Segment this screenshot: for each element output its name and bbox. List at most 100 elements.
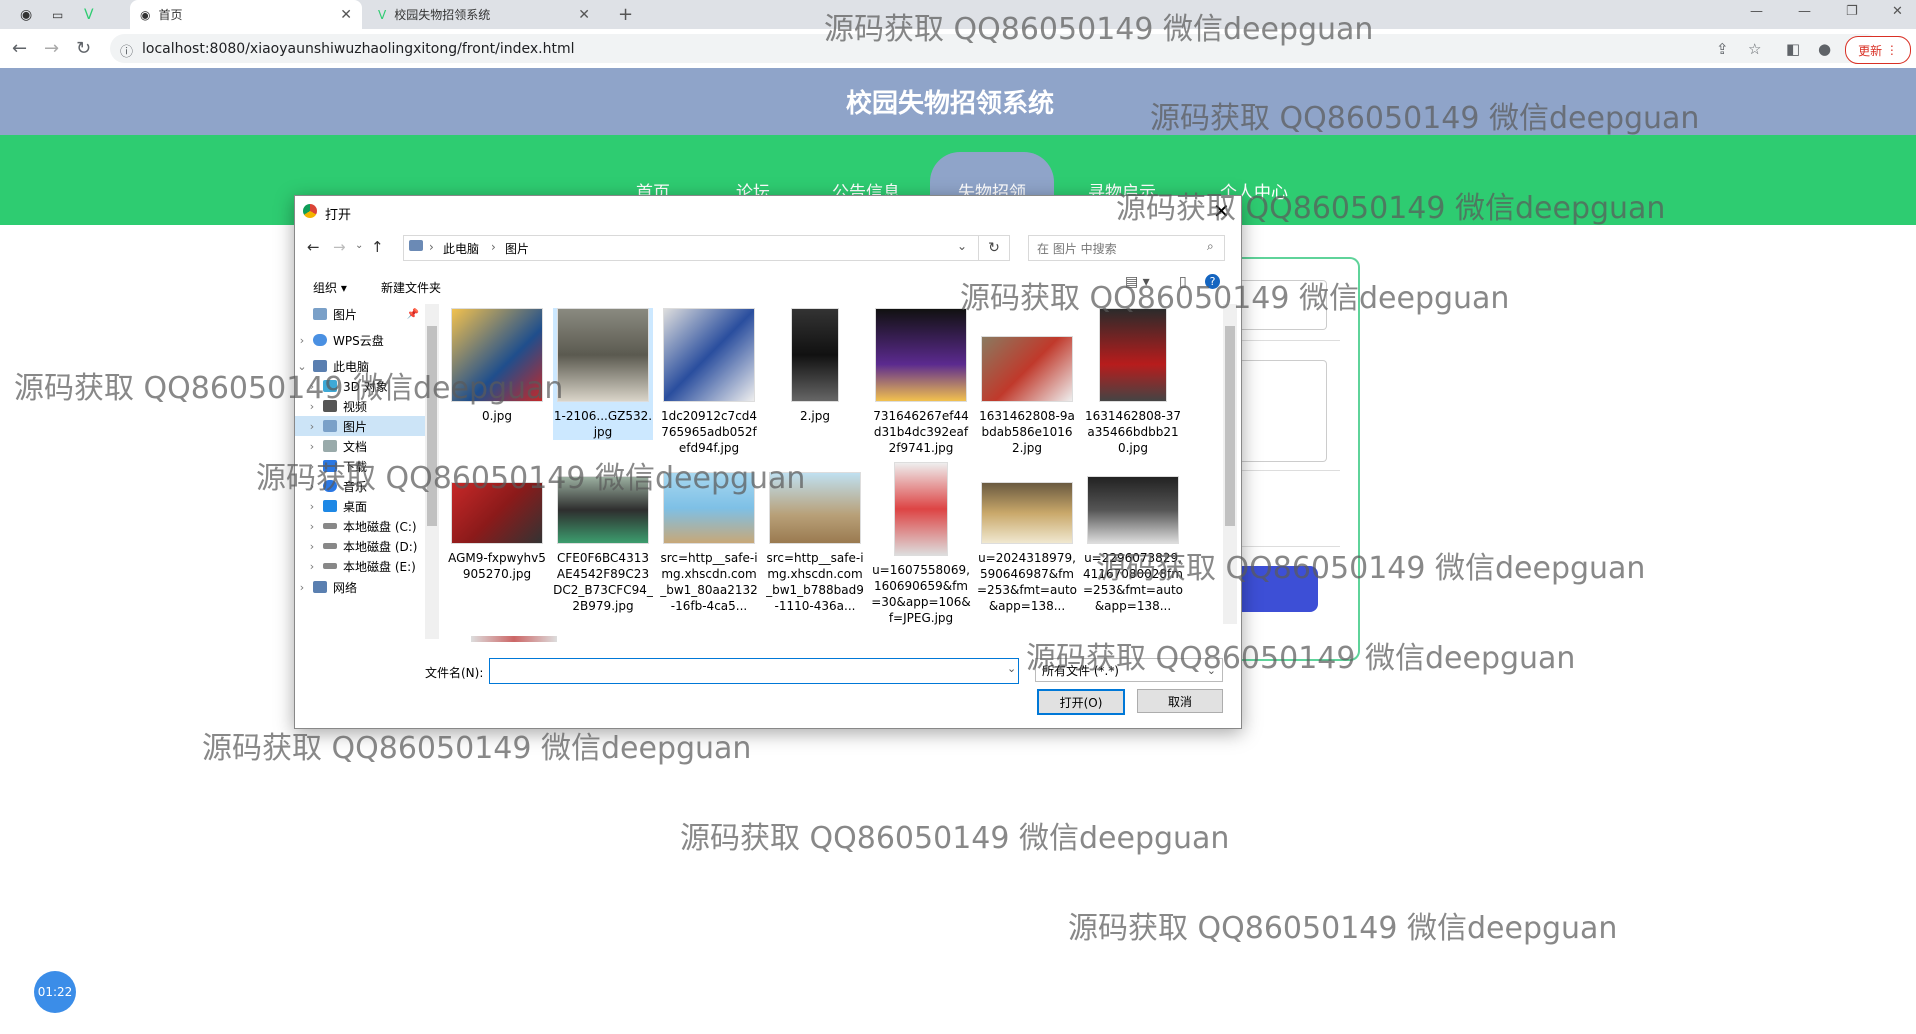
file-item[interactable]: 1631462808-37a35466bdbb210.jpg — [1083, 308, 1183, 456]
drive-icon — [323, 563, 337, 569]
thumbnail — [875, 308, 967, 402]
profile-icon[interactable]: ● — [1818, 40, 1831, 58]
form-textarea[interactable] — [1240, 360, 1327, 462]
new-tab-button[interactable]: + — [618, 4, 633, 25]
file-item[interactable]: 2.jpg — [765, 308, 865, 424]
cloud-icon — [313, 334, 327, 346]
watermark: 源码获取 QQ86050149 微信deepguan — [1026, 641, 1576, 676]
thumbnail — [557, 308, 649, 402]
file-item[interactable]: 1-2106...GZ532.jpg — [553, 308, 653, 440]
dialog-title: 打开 — [325, 208, 352, 223]
partial-thumbnail — [471, 636, 557, 642]
forward-icon[interactable]: → — [333, 238, 346, 256]
up-icon[interactable]: ↑ — [371, 238, 384, 256]
filename-label: 文件名(N): — [425, 666, 484, 680]
nav-wps-cloud[interactable]: › WPS云盘 — [295, 330, 425, 350]
file-name: u=2024318979,590646987&fm=253&fmt=auto&a… — [977, 551, 1077, 613]
filename-input[interactable] — [489, 658, 1019, 684]
file-item[interactable]: u=2296073829,41167080028fm=253&fmt=auto&… — [1083, 462, 1183, 614]
file-name: CFE0F6BC4313AE4542F89C23DC2_B73CFC94_2B9… — [553, 551, 653, 613]
chevron-down-icon[interactable]: ⌄ — [355, 240, 363, 251]
watermark: 源码获取 QQ86050149 微信deepguan — [1096, 551, 1646, 586]
watermark: 源码获取 QQ86050149 微信deepguan — [1150, 101, 1700, 136]
url-text[interactable]: localhost:8080/xiaoyaunshiwuzhaolingxito… — [142, 41, 575, 57]
search-placeholder: 在 图片 中搜索 — [1037, 242, 1117, 256]
pictures-icon — [323, 420, 337, 432]
close-tab-icon[interactable]: ✕ — [340, 7, 352, 23]
minimize-window-button[interactable]: — — [1798, 4, 1811, 19]
new-folder-button[interactable]: 新建文件夹 — [381, 279, 441, 296]
form-divider — [1240, 340, 1340, 341]
nav-pictures-quick[interactable]: 图片 📌 — [295, 304, 425, 324]
nav-label: 图片 — [333, 307, 358, 322]
back-icon[interactable]: ← — [12, 39, 27, 59]
pc-icon — [409, 240, 423, 251]
info-icon[interactable]: ⓘ — [120, 41, 133, 60]
file-item[interactable]: 1dc20912c7cd4765965adb052fefd94f.jpg — [659, 308, 759, 456]
sidepanel-icon[interactable]: ◧ — [1786, 40, 1800, 58]
tab-home-label: 首页 — [158, 8, 183, 22]
dialog-titlebar — [295, 196, 1241, 226]
tab-system[interactable]: V 校园失物招领系统 ✕ — [368, 0, 600, 29]
nav-desktop[interactable]: › 桌面 — [295, 496, 425, 516]
watermark: 源码获取 QQ86050149 微信deepguan — [1068, 911, 1618, 946]
breadcrumb-pc[interactable]: 此电脑 — [443, 240, 479, 257]
tab-icon-2[interactable]: ▭ — [46, 0, 76, 29]
tab-system-label: 校园失物招领系统 — [394, 8, 491, 22]
reload-icon[interactable]: ↻ — [76, 39, 91, 59]
update-button[interactable]: 更新 ⋮ — [1845, 36, 1911, 64]
file-name: 1-2106...GZ532.jpg — [553, 409, 653, 439]
thumbnail — [791, 308, 839, 402]
file-item[interactable]: 731646267ef44d31b4dc392eaf2f9741.jpg — [871, 308, 971, 456]
vue-icon: V — [378, 7, 387, 22]
organize-button[interactable]: 组织 ▾ — [313, 279, 347, 296]
thumbnail — [1087, 476, 1179, 544]
pictures-icon — [313, 308, 327, 320]
cancel-button[interactable]: 取消 — [1137, 689, 1223, 713]
chrome-icon — [303, 204, 317, 218]
watermark: 源码获取 QQ86050149 微信deepguan — [824, 12, 1374, 47]
document-icon — [323, 440, 337, 452]
tab-icon-1[interactable]: ◉ — [14, 0, 44, 29]
open-button[interactable]: 打开(O) — [1037, 689, 1125, 715]
search-icon[interactable]: ⌕ — [1207, 239, 1214, 254]
chevron-down-icon[interactable]: ⌄ — [957, 239, 967, 253]
file-item[interactable]: u=2024318979,590646987&fm=253&fmt=auto&a… — [977, 462, 1077, 614]
minimize-button[interactable]: — — [1750, 4, 1763, 19]
tab-icon-3[interactable]: V — [78, 0, 108, 29]
nav-drive-d[interactable]: › 本地磁盘 (D:) — [295, 536, 425, 556]
file-name: src=http__safe-img.xhscdn.com_bw1_80aa21… — [660, 551, 758, 613]
thumbnail — [894, 462, 948, 556]
nav-label: WPS云盘 — [333, 333, 384, 348]
close-window-button[interactable]: ✕ — [1892, 4, 1903, 19]
nav-label: 本地磁盘 (C:) — [343, 519, 417, 534]
close-tab-icon[interactable]: ✕ — [578, 7, 590, 23]
file-item[interactable]: 1631462808-9abdab586e10162.jpg — [977, 308, 1077, 456]
nav-label: 网络 — [333, 580, 358, 595]
nav-label: 文档 — [343, 439, 368, 454]
watermark: 源码获取 QQ86050149 微信deepguan — [14, 371, 564, 406]
file-item[interactable]: u=1607558069,160690659&fm=30&app=106&f=J… — [871, 462, 971, 626]
restore-window-button[interactable]: ❐ — [1846, 4, 1858, 19]
forward-icon[interactable]: → — [44, 39, 59, 59]
drive-icon — [323, 523, 337, 529]
nav-pictures[interactable]: › 图片 — [295, 416, 425, 436]
share-icon[interactable]: ⇪ — [1716, 40, 1729, 58]
back-icon[interactable]: ← — [307, 238, 320, 256]
nav-drive-c[interactable]: › 本地磁盘 (C:) — [295, 516, 425, 536]
nav-drive-e[interactable]: › 本地磁盘 (E:) — [295, 556, 425, 576]
bookmark-star-icon[interactable]: ☆ — [1748, 40, 1761, 58]
file-name: 0.jpg — [481, 409, 513, 423]
refresh-button[interactable]: ↻ — [978, 235, 1010, 261]
desktop-icon — [323, 500, 337, 512]
watermark: 源码获取 QQ86050149 微信deepguan — [256, 461, 806, 496]
files-scrollbar-thumb[interactable] — [1225, 326, 1235, 526]
pin-icon: 📌 — [406, 308, 419, 320]
breadcrumb-pictures[interactable]: 图片 — [505, 240, 529, 257]
file-name: 1dc20912c7cd4765965adb052fefd94f.jpg — [660, 409, 758, 455]
breadcrumb-sep: › — [491, 240, 496, 254]
thumbnail — [981, 482, 1073, 544]
chevron-down-icon[interactable]: ⌄ — [1007, 662, 1016, 675]
nav-network[interactable]: › 网络 — [295, 580, 425, 595]
tab-home[interactable]: ◉ 首页 ✕ — [130, 0, 362, 29]
